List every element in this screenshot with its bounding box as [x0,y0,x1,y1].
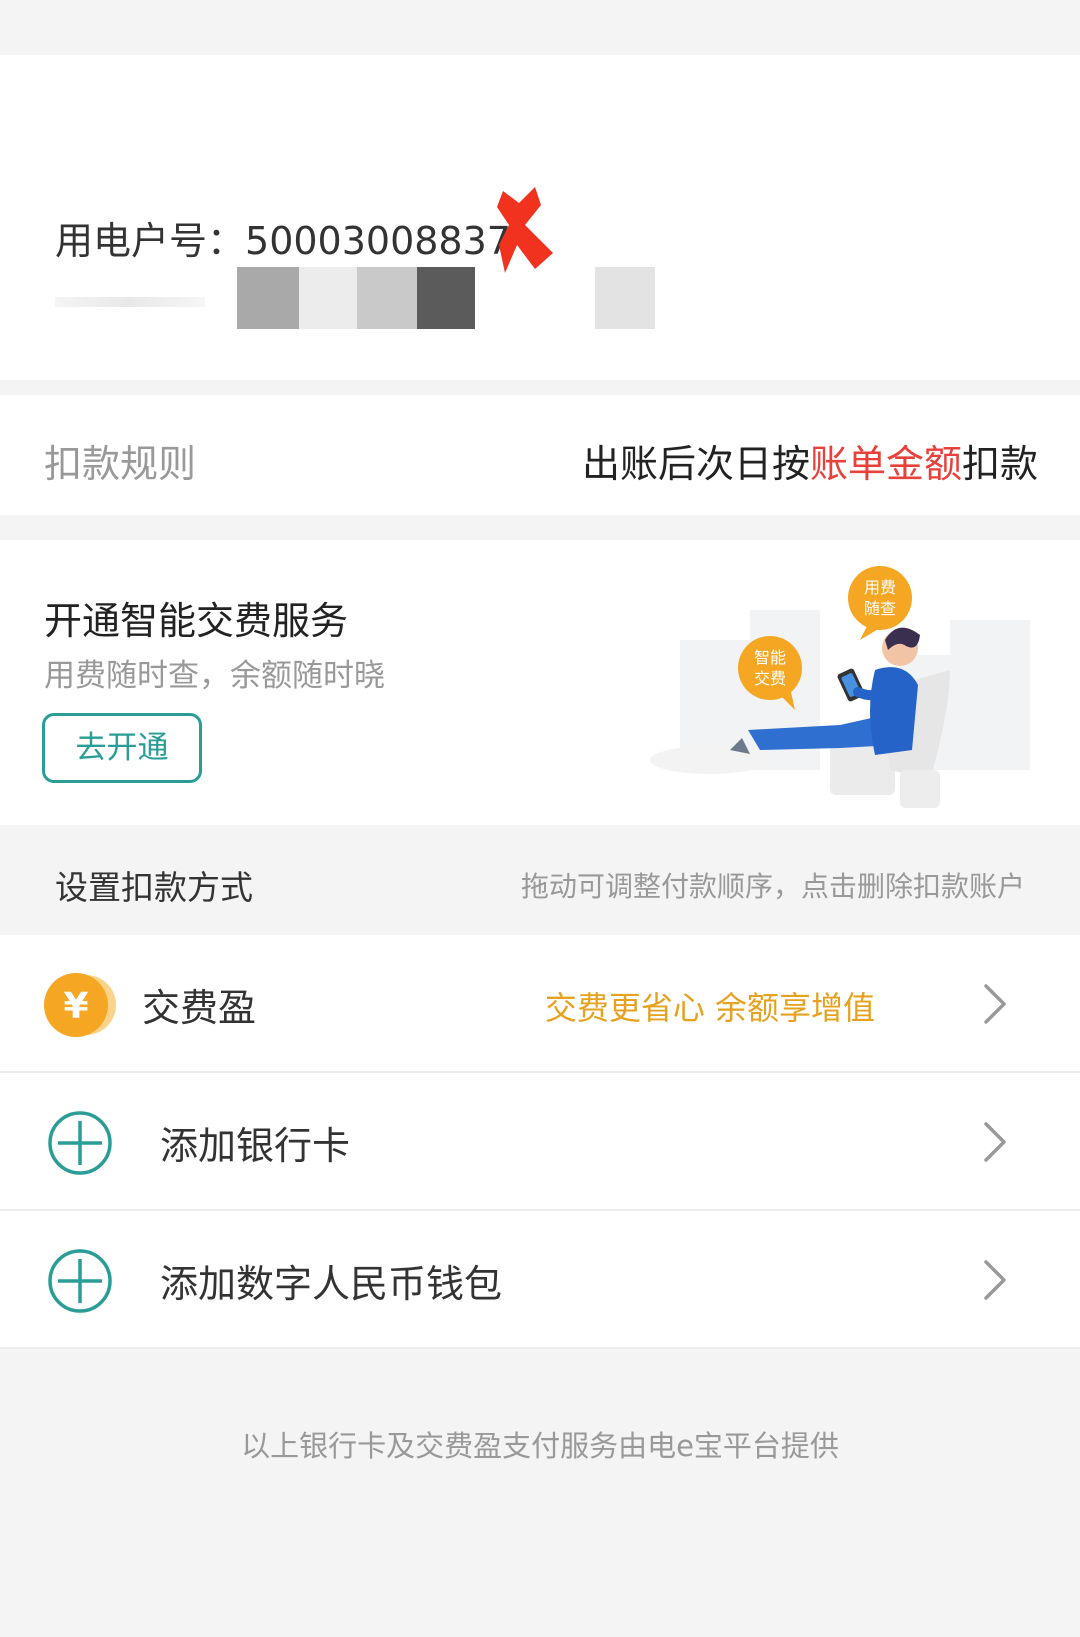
section-hint: 拖动可调整付款顺序，点击删除扣款账户 [520,870,1025,903]
list-item-add-digital-rmb-wallet[interactable]: 添加数字人民币钱包 [0,1211,1080,1349]
account-number: 50003008837 [245,219,511,263]
account-card: 用电户号：50003008837 [0,55,1080,380]
svg-text:¥: ¥ [63,986,88,1027]
list-item-add-bank-card[interactable]: 添加银行卡 [0,1073,1080,1211]
list-item-label: 交费盈 [142,986,257,1030]
chevron-right-icon [984,984,1006,1024]
bubble-left-line1: 智能 [754,648,786,667]
rule-value: 出账后次日按账单金额扣款 [582,433,1038,488]
account-number-line: 用电户号：50003008837 [55,210,511,265]
smart-payment-subtitle: 用费随时查，余额随时晓 [44,658,385,694]
yuan-coin-icon: ¥ [44,973,116,1037]
chevron-right-icon [984,1122,1006,1162]
rule-label: 扣款规则 [44,442,197,486]
rule-value-accent: 账单金额 [809,442,962,486]
payment-method-list: ¥ 交费盈 交费更省心 余额享增值 添加银行卡 添加数字人民币钱包 [0,935,1080,1349]
footer-note: 以上银行卡及交费盈支付服务由电e宝平台提供 [241,1429,839,1463]
chevron-right-icon [984,1260,1006,1300]
bubble-right-line1: 用费 [864,578,896,597]
smart-payment-banner: 开通智能交费服务 用费随时查，余额随时晓 去开通 智能 交费 用费 随查 [0,540,1080,825]
list-item-jiaofeiying[interactable]: ¥ 交费盈 交费更省心 余额享增值 [0,935,1080,1073]
rule-value-suffix: 扣款 [961,442,1038,486]
account-label: 用电户号： [55,219,246,263]
rule-value-prefix: 出账后次日按 [581,442,810,486]
bubble-right-line2: 随查 [864,599,896,618]
list-item-label: 添加数字人民币钱包 [160,1262,503,1306]
payment-method-section-header: 设置扣款方式 拖动可调整付款顺序，点击删除扣款账户 [0,825,1080,935]
plus-circle-icon [48,1111,112,1175]
section-title: 设置扣款方式 [55,868,253,907]
redaction-mark [497,187,553,273]
redacted-address-row [55,267,695,329]
list-item-label: 添加银行卡 [160,1124,351,1168]
activate-button[interactable]: 去开通 [42,713,202,783]
smart-payment-title: 开通智能交费服务 [44,599,349,643]
deduction-rule-row: 扣款规则 出账后次日按账单金额扣款 [0,395,1080,515]
list-item-note: 交费更省心 余额享增值 [544,989,875,1027]
bubble-left-line2: 交费 [754,669,786,688]
plus-circle-icon [48,1249,112,1313]
smart-payment-illustration: 智能 交费 用费 随查 [650,566,1030,808]
